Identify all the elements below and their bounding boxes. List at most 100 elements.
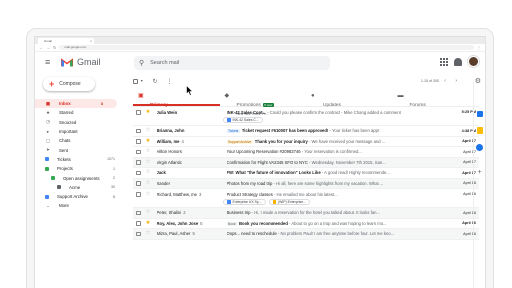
row-checkbox[interactable] (136, 181, 141, 186)
message-preview: Oops... need to reschedule - No problem … (227, 231, 455, 236)
message-preview: FW: What "the future of innovation" Look… (227, 170, 455, 175)
side-panel: + (473, 81, 485, 288)
search-input[interactable]: Search mail (150, 60, 179, 66)
label-chip[interactable]: Tickets (226, 129, 240, 134)
star-icon[interactable]: ☆ (146, 180, 152, 186)
row-checkbox[interactable] (136, 110, 141, 115)
table-row[interactable]: ☆ Peter, Shalini 2 Business trip - Hi, I ma… (133, 208, 479, 219)
clock-icon: ◷ (46, 119, 50, 125)
row-checkbox[interactable] (136, 210, 141, 215)
tab-primary[interactable]: ▣ Primary (133, 89, 220, 108)
sidebar-item-projects[interactable]: Projects 1 (35, 164, 125, 173)
browser-menu-icon[interactable]: ⋮ (477, 45, 481, 50)
attachment-chip[interactable]: (WIP) Enterprise... (268, 199, 310, 205)
label-chip[interactable]: Book (226, 221, 238, 226)
subject: FW: What "the future of innovation" Look… (226, 170, 321, 176)
reload-icon[interactable]: ↻ (53, 45, 56, 50)
sidebar-item-acme[interactable]: Acme 30 (35, 183, 125, 192)
tag-icon: ◆ (224, 93, 230, 99)
star-icon[interactable]: ★ (146, 138, 152, 144)
sender-name: Roy, Alex, John Jose 5 (157, 221, 219, 226)
star-icon[interactable]: ☆ (146, 159, 152, 165)
star-icon[interactable]: ☆ (146, 191, 152, 197)
avatar[interactable] (468, 56, 479, 67)
row-checkbox[interactable] (136, 170, 141, 175)
star-icon[interactable]: ☆ (146, 210, 152, 216)
app-name: Gmail (77, 57, 101, 67)
table-row[interactable]: ★ William, me 4 Support Archive Thank you fo… (133, 137, 479, 147)
keep-icon[interactable] (476, 127, 483, 134)
row-checkbox[interactable] (136, 192, 141, 197)
table-row[interactable]: ☆ Hilton Honors Your Upcoming Reservation … (133, 147, 479, 158)
label-chip[interactable]: Support Archive (226, 139, 253, 144)
tab-updates[interactable]: ● Updates (306, 89, 393, 108)
thread-count: 5 (192, 231, 195, 237)
sidebar-item-chats[interactable]: ▢ Chats (35, 136, 125, 145)
select-dropdown-icon[interactable]: ▼ (140, 79, 143, 83)
apps-grid-icon[interactable] (440, 57, 448, 66)
sidebar-item-label: Projects (57, 166, 73, 172)
browser-tab[interactable]: Gmail × (38, 37, 94, 44)
pagination-text: 1-15 of 300 (420, 79, 439, 83)
table-row[interactable]: ☆ Brianna, John Tickets Ticket request #610… (133, 126, 479, 137)
snippet: - About to go on a trop and was hoping t… (287, 220, 387, 226)
sidebar-item-snoozed[interactable]: ◷ Snoozed (35, 118, 125, 127)
notifications-icon[interactable] (454, 57, 462, 66)
star-icon[interactable]: ☆ (146, 231, 152, 237)
table-row[interactable]: ☆ Virgin Atlantic Confirmation for Flight … (133, 157, 479, 168)
star-icon[interactable]: ☆ (146, 170, 152, 176)
tasks-icon[interactable] (476, 144, 483, 151)
star-icon[interactable]: ☆ (146, 128, 152, 134)
url-field[interactable]: mail.google.com (59, 45, 474, 50)
sidebar-item-support-archive[interactable]: Support Archive 8 (35, 192, 125, 201)
tab-promotions[interactable]: ◆ Promotions 5 new New York Times, Pi... (220, 89, 307, 116)
table-row[interactable]: ★ Julia Wein INK-42 Sales Cont... - Could … (133, 107, 479, 126)
table-row[interactable]: ☆ Jack FW: What "the future of innovation"… (133, 168, 479, 179)
sidebar-item-more[interactable]: ⌄ More (35, 201, 125, 210)
select-all-checkbox[interactable] (133, 78, 138, 84)
row-checkbox[interactable] (136, 128, 141, 133)
sidebar-item-label: Chats (59, 138, 71, 144)
forward-icon[interactable]: → (46, 45, 50, 50)
sidebar-item-sent[interactable]: ➤ Sent (35, 145, 125, 154)
row-checkbox[interactable] (136, 221, 141, 226)
star-icon[interactable]: ☆ (146, 149, 152, 155)
calendar-icon[interactable] (476, 111, 483, 117)
message-preview: Tickets Ticket request #610007 has been a… (226, 128, 455, 134)
search-bar[interactable]: ⚲ Search mail (134, 56, 330, 70)
sidebar-item-inbox[interactable]: ▣ Inbox 8 (35, 99, 117, 109)
sidebar-item-starred[interactable]: ★ Starred (35, 108, 125, 117)
tab-forums[interactable]: ▬ Forums (393, 89, 480, 108)
more-options-icon[interactable]: ⋮ (167, 78, 173, 85)
row-checkbox[interactable] (136, 160, 141, 165)
row-checkbox[interactable] (136, 149, 141, 154)
document-icon (227, 200, 231, 204)
document-icon (227, 118, 231, 122)
attachment-chip[interactable]: Enterprise UX Sp... (223, 199, 266, 205)
star-icon[interactable]: ★ (146, 220, 152, 226)
sidebar-item-open-assignments[interactable]: Open assignments 2 (35, 173, 125, 182)
gmail-logo[interactable]: Gmail (61, 57, 101, 67)
pagination-arrows-icon[interactable]: ‹ › (444, 78, 461, 84)
snippet: - Your reservation is confirmed... (300, 149, 362, 155)
search-icon[interactable]: ⚲ (139, 59, 144, 67)
attachment-chip[interactable]: INK-42 Sales C... (223, 117, 263, 123)
snippet: - He emailed me about his latest... (272, 192, 338, 197)
sidebar-item-important[interactable]: ▸ Important (35, 127, 125, 136)
table-row[interactable]: ☆ Richard, Matthew, me 3 Product Strategy c… (133, 189, 479, 208)
back-icon[interactable]: ← (39, 45, 43, 50)
table-row[interactable]: ☆ Xander Photos from my road trip - Hi all… (133, 178, 479, 189)
tab-close-icon[interactable]: × (90, 38, 92, 44)
sidebar-item-tickets[interactable]: Tickets 1071 (35, 155, 125, 164)
star-icon[interactable]: ★ (146, 109, 152, 115)
row-checkbox[interactable] (136, 231, 141, 236)
add-addon-icon[interactable]: + (477, 169, 481, 176)
table-row[interactable]: ☆ Mizra, Paul, Asher 5 Oops... need to resc… (133, 229, 479, 240)
table-row[interactable]: ★ Roy, Alex, John Jose 5 Book Book you recom… (133, 219, 479, 229)
main-menu-icon[interactable]: ≡ (45, 57, 55, 67)
sender-name: Virgin Atlantic (157, 160, 219, 165)
compose-button[interactable]: + Compose (43, 77, 95, 91)
row-checkbox[interactable] (136, 139, 141, 144)
message-preview: Book Book you recommended - About to go o… (226, 220, 455, 226)
refresh-icon[interactable]: ↻ (152, 78, 157, 85)
